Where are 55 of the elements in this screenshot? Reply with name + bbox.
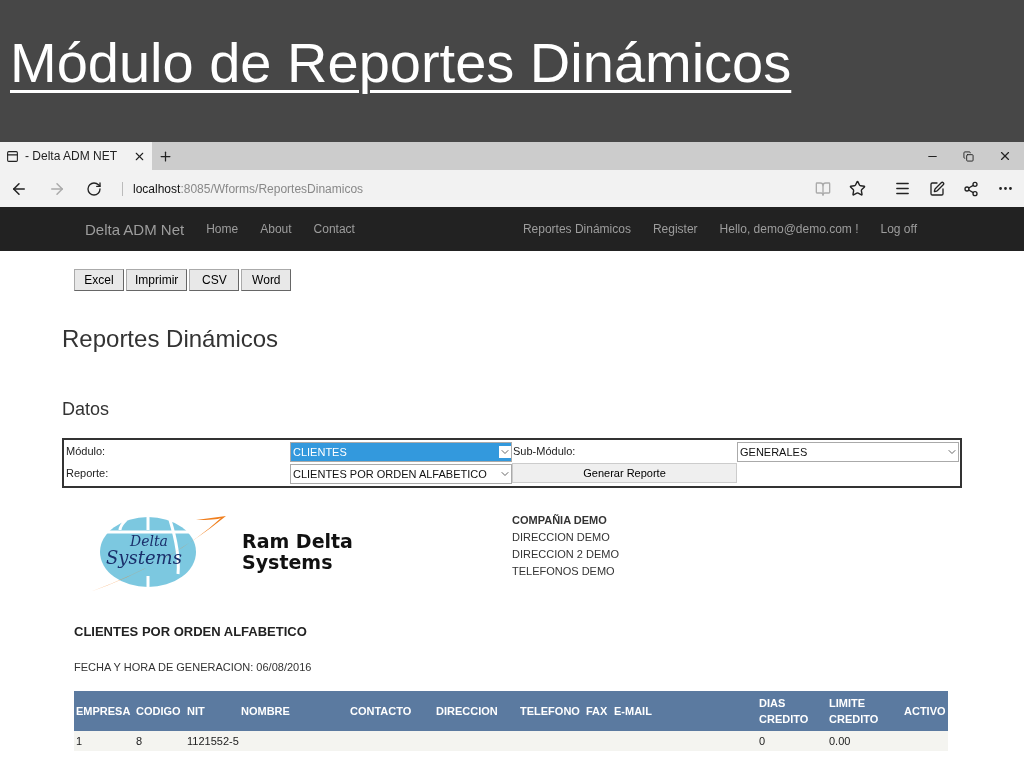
table-cell-text: 0.00 — [828, 734, 852, 749]
share-icon[interactable] — [963, 180, 979, 197]
nav-link[interactable]: About — [260, 222, 292, 236]
company-detail: TELEFONOS DEMO — [512, 564, 616, 579]
nav-link[interactable]: Home — [206, 222, 239, 236]
column-header: DIRECCION — [434, 691, 518, 731]
column-header: LIMITE CREDITO — [827, 691, 902, 731]
refresh-icon[interactable] — [86, 180, 102, 197]
field-label: Reporte: — [65, 466, 110, 481]
company-detail: DIRECCION DEMO — [512, 530, 611, 545]
export-button[interactable]: Imprimir — [126, 269, 188, 291]
note-icon[interactable] — [929, 180, 945, 197]
field-label: Sub-Módulo: — [512, 444, 577, 459]
new-tab-icon[interactable] — [158, 148, 173, 164]
column-header: NIT — [185, 691, 239, 731]
column-header: TELEFONO — [518, 691, 584, 731]
table-cell-text: 8 — [135, 734, 144, 749]
logo-text: Ram Delta Systems — [242, 531, 353, 573]
nav-link[interactable]: Hello, demo@demo.com ! — [719, 222, 859, 236]
export-button[interactable]: Excel — [74, 269, 124, 291]
report-select[interactable]: CLIENTES POR ORDEN ALFABETICO — [290, 464, 512, 484]
column-header: E-MAIL — [612, 691, 757, 731]
column-header: CODIGO — [134, 691, 185, 731]
favorite-star-icon[interactable] — [849, 180, 866, 197]
nav-link[interactable]: Register — [652, 222, 698, 236]
section-title: Datos — [62, 399, 111, 420]
company-detail: DIRECCION 2 DEMO — [512, 547, 619, 562]
page-title: Reportes Dinámicos — [62, 325, 280, 353]
report-title: CLIENTES POR ORDEN ALFABETICO — [74, 624, 308, 639]
tab-page-icon — [6, 149, 19, 163]
table-cell-text: 1121552-5 — [186, 734, 239, 749]
slide-title: Módulo de Reportes Dinámicos — [9, 30, 793, 96]
nav-link[interactable]: Reportes Dinámicos — [522, 222, 631, 236]
hub-icon[interactable] — [894, 180, 911, 197]
table-cell-text: 1 — [75, 734, 84, 749]
company-name: COMPAÑIA DEMO — [512, 513, 608, 528]
export-button[interactable]: Word — [241, 269, 292, 291]
submodule-select[interactable]: GENERALES — [737, 442, 959, 462]
restore-icon[interactable] — [963, 149, 974, 163]
generation-date: FECHA Y HORA DE GENERACION: 06/08/2016 — [74, 661, 313, 673]
browser-tab[interactable]: - Delta ADM NET — [0, 142, 152, 170]
column-header: NOMBRE — [239, 691, 348, 731]
export-button[interactable]: CSV — [189, 269, 240, 291]
column-header: CONTACTO — [348, 691, 434, 731]
navbar-brand[interactable]: Delta ADM Net — [85, 220, 185, 238]
table-cell-text: 0 — [758, 734, 767, 749]
column-header: ACTIVO — [902, 691, 948, 731]
column-header: DIAS CREDITO — [757, 691, 827, 731]
close-icon[interactable] — [998, 149, 1012, 163]
nav-link[interactable]: Log off — [880, 222, 917, 236]
nav-link[interactable]: Contact — [313, 222, 355, 236]
column-header: EMPRESA — [74, 691, 134, 731]
field-label: Módulo: — [65, 444, 107, 459]
column-header: FAX — [584, 691, 612, 731]
generate-report-button[interactable]: Generar Reporte — [512, 463, 737, 483]
